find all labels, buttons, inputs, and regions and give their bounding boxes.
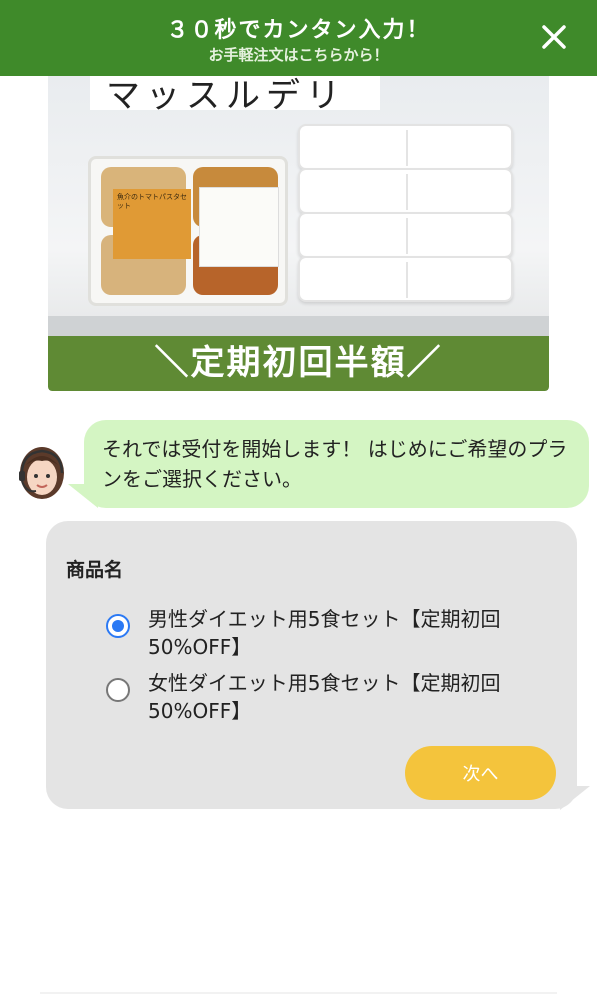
container-stack-item	[298, 212, 513, 258]
plan-option-male[interactable]: 男性ダイエット用5食セット【定期初回50%OFF】	[106, 605, 526, 661]
meal-package: 魚介のトマトパスタセット	[88, 156, 288, 306]
campaign-band: ＼定期初回半額／	[48, 336, 549, 391]
plan-option-female[interactable]: 女性ダイエット用5食セット【定期初回50%OFF】	[106, 669, 526, 725]
product-hero-image: マッスルデリ 魚介のトマトパスタセット ＼定期初回半額／	[48, 76, 549, 391]
product-name-label: 商品名	[66, 559, 124, 581]
radio-selected-icon[interactable]	[106, 614, 130, 638]
package-label: 魚介のトマトパスタセット	[113, 189, 191, 259]
banner-subtitle: お手軽注文はこちらから！	[208, 46, 389, 64]
plan-option-label: 女性ダイエット用5食セット【定期初回50%OFF】	[148, 671, 501, 723]
radio-unselected-icon[interactable]	[106, 678, 130, 702]
close-icon[interactable]	[539, 22, 569, 52]
countertop	[48, 316, 549, 336]
operator-avatar	[16, 443, 68, 509]
container-stack-item	[298, 168, 513, 214]
next-button[interactable]: 次へ	[405, 746, 556, 800]
plan-option-label: 男性ダイエット用5食セット【定期初回50%OFF】	[148, 607, 501, 659]
container-stack-item	[298, 256, 513, 302]
footer-divider	[40, 992, 557, 994]
banner-title: ３０秒でカンタン入力！	[166, 18, 431, 43]
plan-selection-card: 商品名 男性ダイエット用5食セット【定期初回50%OFF】 女性ダイエット用5食…	[46, 521, 577, 809]
chat-message-bubble: それでは受付を開始します！ はじめにご希望のプランをご選択ください。	[84, 420, 589, 508]
quick-order-banner[interactable]: ３０秒でカンタン入力！ お手軽注文はこちらから！	[0, 0, 597, 76]
brand-logo-text: マッスルデリ	[106, 76, 346, 116]
container-stack-item	[298, 124, 513, 170]
nutrition-label	[199, 187, 279, 267]
